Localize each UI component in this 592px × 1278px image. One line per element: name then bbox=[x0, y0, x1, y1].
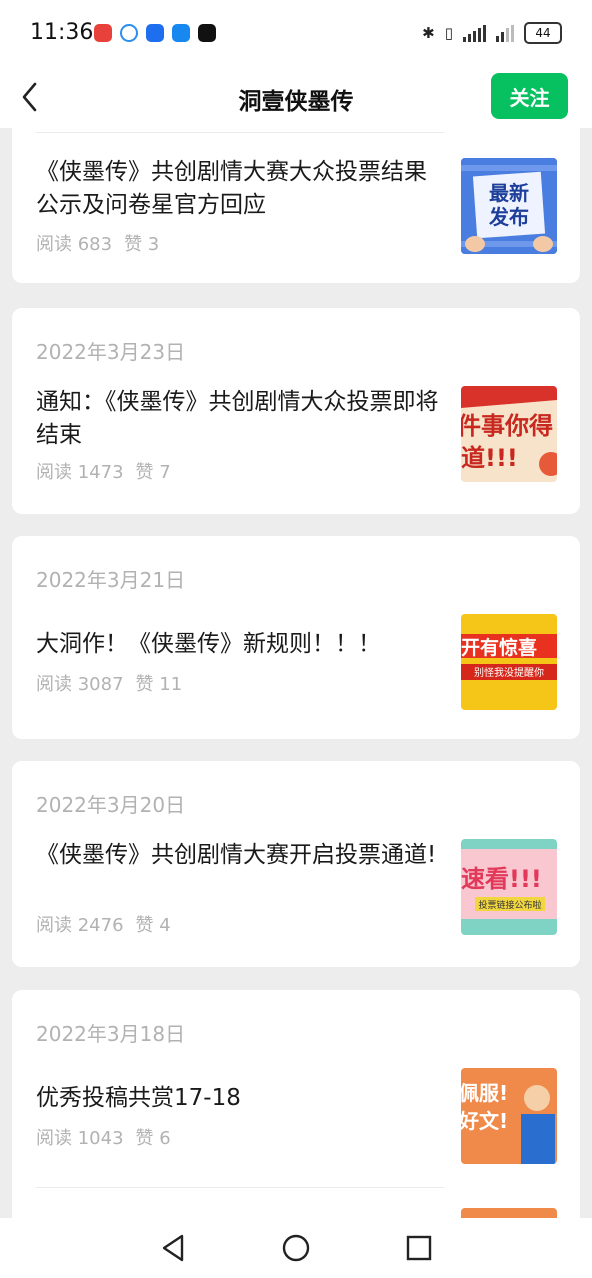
article-title: 大洞作！《侠墨传》新规则！！！ bbox=[36, 631, 381, 657]
publish-date: 2022年3月20日 bbox=[36, 793, 186, 817]
article-group-card: 2022年3月20日 《侠墨传》共创剧情大赛开启投票通道! 阅读 2476 赞 4… bbox=[12, 761, 580, 967]
article-title: 《侠墨传》共创剧情大赛开启投票通道! bbox=[36, 842, 437, 868]
article-stats: 阅读 2476 赞 4 bbox=[36, 911, 171, 937]
svg-text:好文!: 好文! bbox=[461, 1109, 508, 1133]
article-item[interactable]: 通知：《侠墨传》共创剧情大众投票即将结束 阅读 1473 赞 7 件事你得 道!!… bbox=[36, 386, 557, 496]
app-blue-icon bbox=[172, 24, 190, 42]
read-count: 阅读 2476 bbox=[36, 915, 124, 936]
publish-date: 2022年3月21日 bbox=[36, 568, 186, 592]
follow-button[interactable]: 关注 bbox=[491, 73, 568, 119]
svg-text:投票链接公布啦: 投票链接公布啦 bbox=[478, 899, 541, 911]
article-stats: 阅读 1473 赞 7 bbox=[36, 458, 171, 484]
top-nav-bar: 洞壹侠墨传 关注 bbox=[0, 66, 592, 128]
nav-home-icon[interactable] bbox=[280, 1232, 312, 1264]
article-feed: 《侠墨传》共创剧情大赛大众投票结果公示及问卷星官方回应 阅读 683 赞 3 最新… bbox=[0, 128, 592, 1218]
app-chat-icon bbox=[120, 24, 138, 42]
signal-1-icon bbox=[463, 24, 486, 42]
article-item[interactable]: 《侠墨传》共创剧情大赛大众投票结果公示及问卷星官方回应 阅读 683 赞 3 最新… bbox=[36, 156, 557, 266]
app-binance-icon bbox=[198, 24, 216, 42]
svg-text:最新: 最新 bbox=[489, 181, 529, 205]
divider bbox=[36, 1187, 444, 1188]
article-group-card: 2022年3月21日 大洞作！《侠墨传》新规则！！！ 阅读 3087 赞 11 开… bbox=[12, 536, 580, 739]
read-count: 阅读 1043 bbox=[36, 1128, 124, 1149]
like-count: 赞 3 bbox=[124, 234, 160, 255]
article-stats: 阅读 3087 赞 11 bbox=[36, 670, 182, 696]
article-title: 通知：《侠墨传》共创剧情大众投票即将结束 bbox=[36, 389, 439, 448]
article-title: 优秀投稿共赏17-18 bbox=[36, 1085, 241, 1111]
battery-icon: 44 bbox=[524, 22, 562, 44]
signal-2-icon bbox=[496, 24, 514, 42]
like-count: 赞 11 bbox=[135, 674, 183, 695]
read-count: 阅读 1473 bbox=[36, 462, 124, 483]
article-group-card: 《侠墨传》共创剧情大赛大众投票结果公示及问卷星官方回应 阅读 683 赞 3 最新… bbox=[12, 128, 580, 283]
article-title: 《侠墨传》共创剧情大赛大众投票结果公示及问卷星官方回应 bbox=[36, 159, 427, 218]
vibrate-icon: ▯ bbox=[444, 24, 453, 42]
like-count: 赞 6 bbox=[135, 1128, 171, 1149]
publish-date: 2022年3月23日 bbox=[36, 340, 186, 364]
system-nav-bar bbox=[0, 1218, 592, 1278]
article-thumbnail: 开有惊喜 别怪我没提醒你 bbox=[461, 614, 557, 710]
article-thumbnail-partial bbox=[461, 1208, 557, 1218]
status-app-icons bbox=[94, 24, 216, 42]
publish-date: 2022年3月18日 bbox=[36, 1022, 186, 1046]
like-count: 赞 7 bbox=[135, 462, 171, 483]
article-thumbnail: 件事你得 道!!! bbox=[461, 386, 557, 482]
article-thumbnail: 速看!!! 投票链接公布啦 bbox=[461, 839, 557, 935]
like-count: 赞 4 bbox=[135, 915, 171, 936]
status-indicators: ✱ ▯ 44 bbox=[422, 22, 562, 44]
article-item[interactable]: 优秀投稿共赏17-18 阅读 1043 赞 6 佩服! 好文! bbox=[36, 1068, 557, 1178]
article-thumbnail: 最新 发布 bbox=[461, 158, 557, 254]
status-bar: 11:36 ✱ ▯ 44 bbox=[0, 0, 592, 66]
article-stats: 阅读 1043 赞 6 bbox=[36, 1124, 171, 1150]
svg-text:开有惊喜: 开有惊喜 bbox=[461, 636, 537, 659]
svg-text:道!!!: 道!!! bbox=[461, 444, 518, 472]
svg-text:别怪我没提醒你: 别怪我没提醒你 bbox=[474, 666, 544, 679]
svg-text:发布: 发布 bbox=[488, 205, 529, 229]
article-thumbnail: 佩服! 好文! bbox=[461, 1068, 557, 1164]
article-group-card: 2022年3月23日 通知：《侠墨传》共创剧情大众投票即将结束 阅读 1473 赞… bbox=[12, 308, 580, 514]
nav-recents-icon[interactable] bbox=[403, 1232, 435, 1264]
article-stats: 阅读 683 赞 3 bbox=[36, 230, 159, 256]
svg-text:佩服!: 佩服! bbox=[461, 1081, 508, 1105]
app-red-icon bbox=[94, 24, 112, 42]
article-item[interactable]: 《侠墨传》共创剧情大赛开启投票通道! 阅读 2476 赞 4 速看!!! 投票链接… bbox=[36, 839, 557, 949]
bluetooth-icon: ✱ bbox=[422, 24, 435, 42]
article-item[interactable]: 大洞作！《侠墨传》新规则！！！ 阅读 3087 赞 11 开有惊喜 别怪我没提醒你 bbox=[36, 614, 557, 724]
read-count: 阅读 683 bbox=[36, 234, 113, 255]
status-time: 11:36 bbox=[30, 20, 94, 45]
article-group-card: 2022年3月18日 优秀投稿共赏17-18 阅读 1043 赞 6 佩服! 好文… bbox=[12, 990, 580, 1218]
read-count: 阅读 3087 bbox=[36, 674, 124, 695]
svg-text:件事你得: 件事你得 bbox=[461, 412, 553, 440]
divider bbox=[36, 132, 444, 133]
svg-text:速看!!!: 速看!!! bbox=[461, 865, 542, 893]
nav-back-icon[interactable] bbox=[158, 1232, 190, 1264]
app-feather-icon bbox=[146, 24, 164, 42]
